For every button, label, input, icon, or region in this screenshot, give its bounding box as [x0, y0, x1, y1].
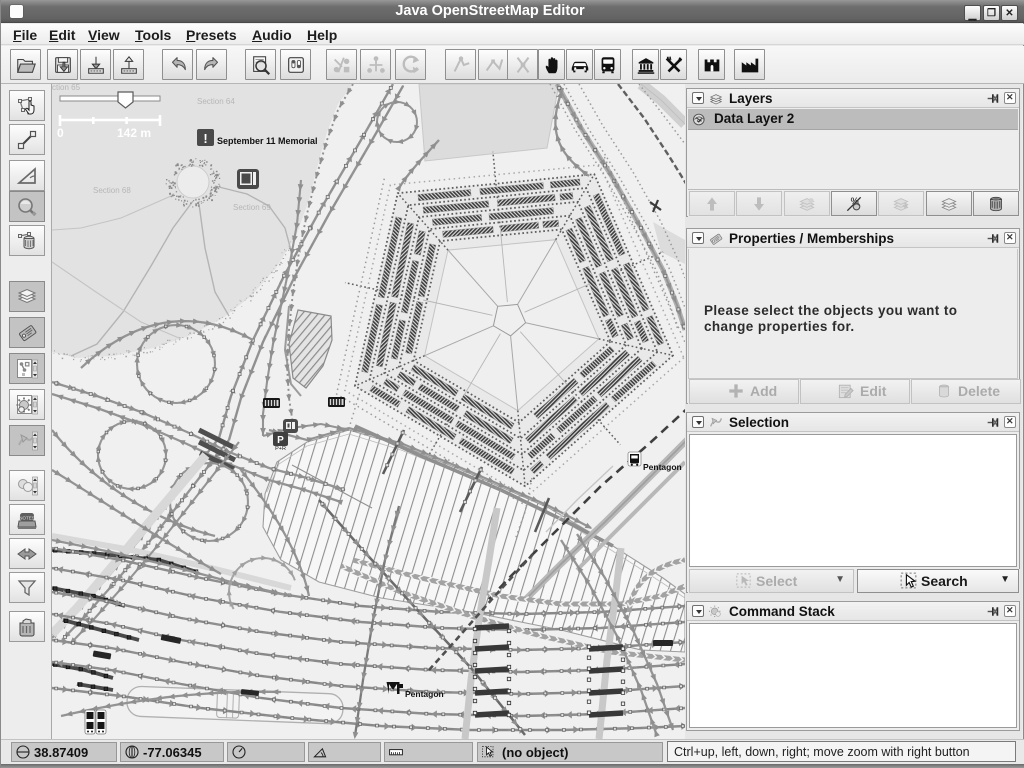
- svg-text:Pentagon: Pentagon: [643, 462, 682, 472]
- svg-text:142 m: 142 m: [117, 126, 151, 140]
- svg-text:!: !: [203, 131, 207, 146]
- svg-text:September 11 Memorial: September 11 Memorial: [217, 136, 318, 146]
- svg-text:Section 69: Section 69: [233, 203, 271, 212]
- svg-text:Section 68: Section 68: [93, 186, 131, 195]
- svg-text:NOTES: NOTES: [19, 515, 35, 520]
- svg-text:Pentagon: Pentagon: [405, 689, 444, 699]
- svg-text:Section 64: Section 64: [197, 97, 235, 106]
- svg-text:0: 0: [57, 126, 64, 140]
- svg-text:P+R: P+R: [275, 446, 286, 452]
- svg-text:P: P: [277, 435, 284, 446]
- svg-text:ction 65: ction 65: [52, 84, 81, 92]
